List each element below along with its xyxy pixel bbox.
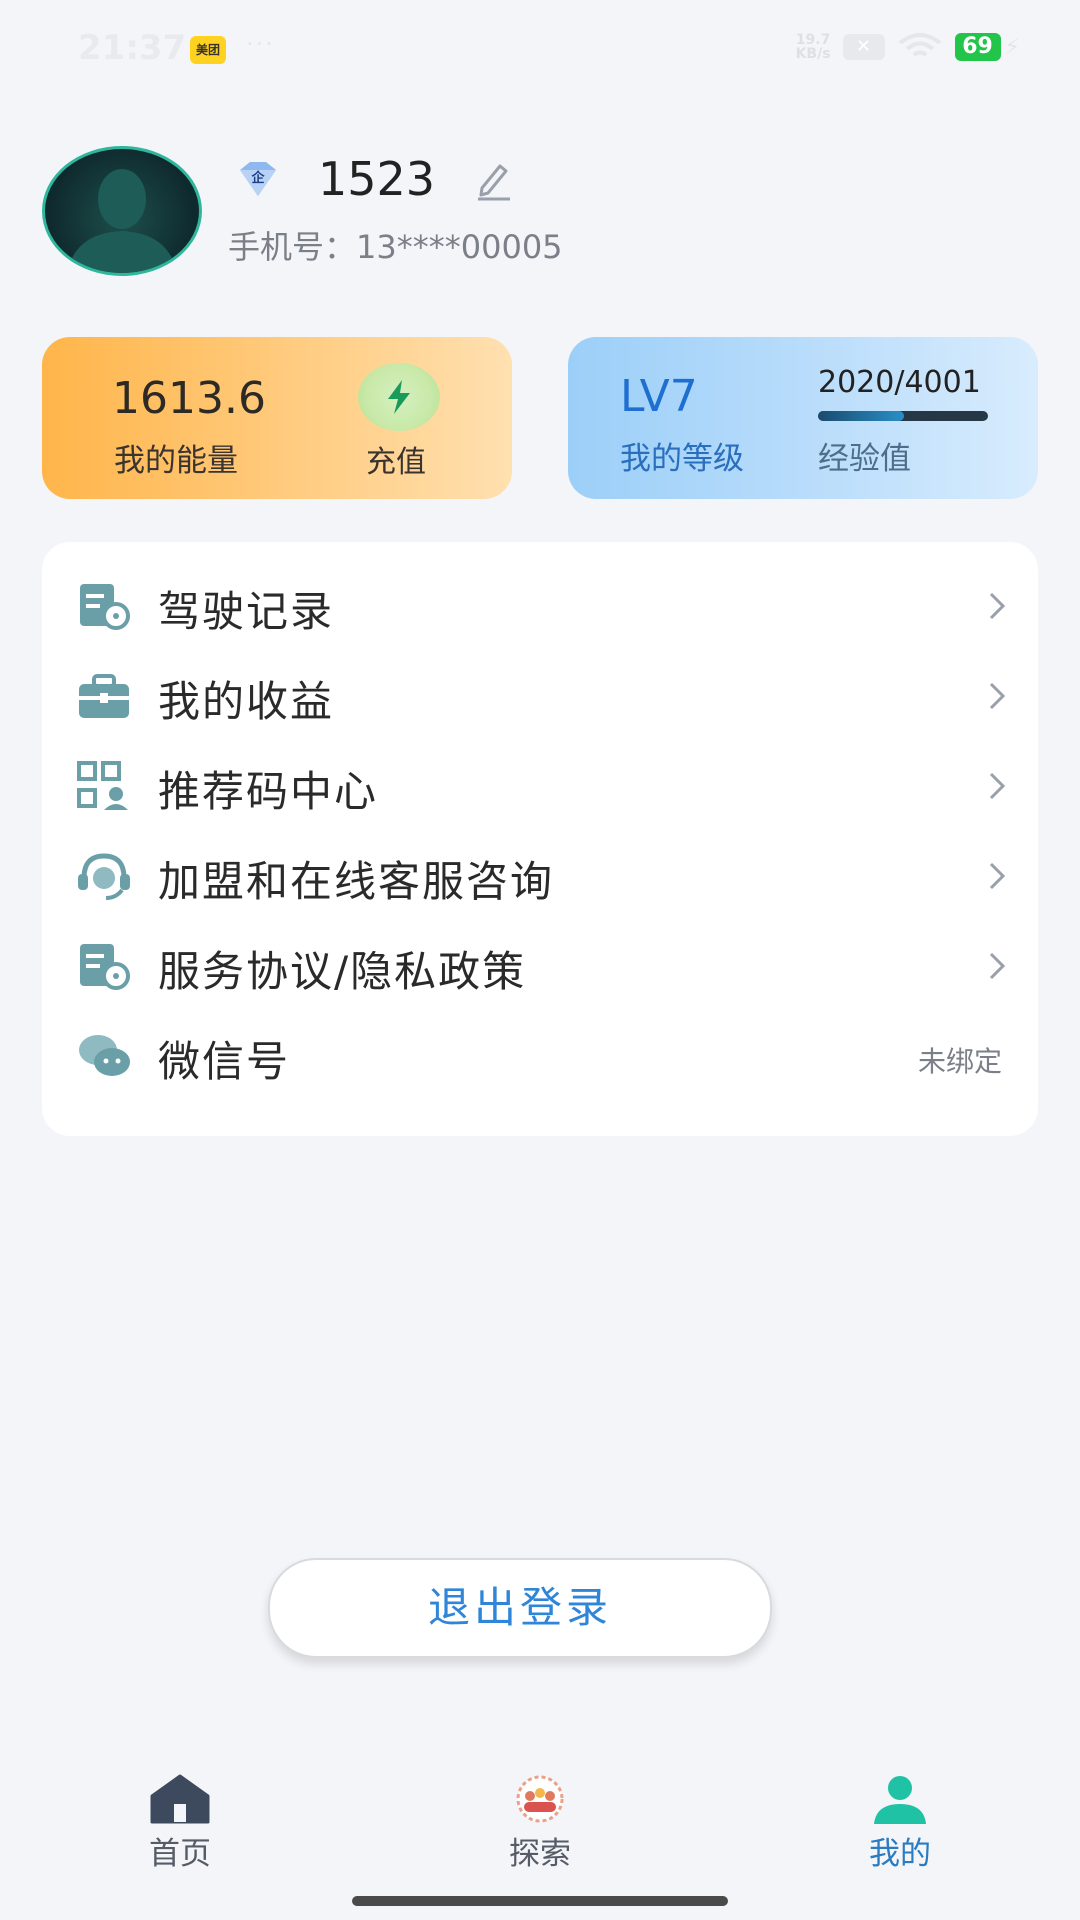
- profile-icon: [874, 1776, 926, 1824]
- net-speed-unit: KB/s: [795, 46, 831, 62]
- net-speed: 19.7 KB/s: [796, 33, 831, 61]
- status-bar: 21:37 美团 ··· 19.7 KB/s ✕ 69 ⚡: [0, 0, 1080, 100]
- menu-item-service-agreement[interactable]: 服务协议/隐私政策: [42, 922, 1038, 1012]
- more-notifications-icon: ···: [246, 30, 275, 58]
- menu-item-wechat[interactable]: 微信号 未绑定: [42, 1012, 1038, 1102]
- bottom-tab-bar: 首页 探索 我的: [0, 1760, 1080, 1890]
- energy-label: 我的能量: [114, 443, 238, 479]
- exp-value: 2020/4001: [818, 365, 981, 400]
- tab-label: 首页: [149, 1836, 211, 1872]
- level-card[interactable]: LV7 我的等级 2020/4001 经验值: [568, 337, 1038, 499]
- enterprise-diamond-icon: 企: [240, 162, 276, 196]
- status-right: 19.7 KB/s ✕ 69 ⚡: [796, 32, 1020, 62]
- menu-item-referral-center[interactable]: 推荐码中心: [42, 742, 1038, 832]
- tab-mine[interactable]: 我的: [820, 1774, 980, 1873]
- exp-progress-fill: [818, 411, 904, 421]
- chevron-right-icon: [989, 862, 1006, 890]
- edit-name-icon[interactable]: [472, 158, 516, 202]
- level-value: LV7: [620, 371, 698, 422]
- chevron-right-icon: [989, 592, 1006, 620]
- avatar[interactable]: [42, 146, 202, 276]
- battery-icon: 69 ⚡: [954, 33, 1020, 61]
- phone-label: 手机号：: [228, 228, 357, 266]
- phone-number: 13****00005: [356, 228, 563, 266]
- enterprise-badge-text: 企: [250, 170, 265, 186]
- tab-home[interactable]: 首页: [100, 1774, 260, 1873]
- meituan-app-icon: 美团: [190, 36, 226, 64]
- home-icon: [150, 1774, 210, 1824]
- level-label: 我的等级: [620, 441, 744, 477]
- menu-item-label: 服务协议/隐私政策: [158, 947, 527, 996]
- exp-progress-bar: [818, 411, 988, 421]
- sim-off-icon: ✕: [842, 34, 885, 60]
- menu-item-label: 推荐码中心: [158, 767, 379, 816]
- wifi-icon: [898, 33, 941, 57]
- energy-card[interactable]: 1613.6 我的能量 充值: [42, 337, 512, 499]
- chevron-right-icon: [989, 682, 1006, 710]
- tab-label: 探索: [509, 1836, 571, 1872]
- wechat-bind-status: 未绑定: [917, 1045, 1002, 1078]
- menu-item-driving-record[interactable]: 驾驶记录: [42, 562, 1038, 652]
- menu-card: 驾驶记录 我的收益 推荐码中心 加盟和在线客服咨询 服务协议/隐私政策 微信号 …: [42, 542, 1038, 1136]
- menu-item-label: 加盟和在线客服咨询: [158, 857, 555, 906]
- wechat-icon: [79, 1035, 130, 1076]
- agreement-icon: [80, 944, 130, 990]
- tab-explore[interactable]: 探索: [460, 1774, 620, 1873]
- tab-label: 我的: [869, 1836, 931, 1872]
- briefcase-icon: [79, 674, 129, 718]
- chevron-right-icon: [989, 952, 1006, 980]
- user-name: 1523: [318, 152, 436, 206]
- explore-icon: [516, 1775, 564, 1823]
- status-time: 21:37: [78, 28, 187, 68]
- customer-service-icon: [78, 853, 130, 900]
- menu-item-label: 驾驶记录: [158, 587, 335, 636]
- phone-line: 手机号：13****00005: [228, 222, 563, 268]
- chevron-right-icon: [989, 772, 1006, 800]
- battery-level: 69: [954, 33, 1001, 61]
- charging-icon: ⚡: [1004, 34, 1020, 60]
- driving-record-icon: [80, 584, 130, 630]
- menu-item-label: 微信号: [158, 1037, 291, 1086]
- net-speed-value: 19.7: [795, 32, 831, 48]
- exp-label: 经验值: [818, 441, 911, 477]
- person-silhouette-icon: [67, 169, 177, 273]
- recharge-icon[interactable]: [358, 363, 440, 431]
- recharge-button[interactable]: 充值: [366, 437, 426, 481]
- qr-code-user-icon: [77, 761, 128, 810]
- menu-item-label: 我的收益: [158, 677, 335, 726]
- logout-button[interactable]: 退出登录: [268, 1558, 772, 1658]
- menu-item-customer-service[interactable]: 加盟和在线客服咨询: [42, 832, 1038, 922]
- home-indicator[interactable]: [352, 1896, 728, 1906]
- energy-value: 1613.6: [112, 373, 266, 424]
- menu-item-my-earnings[interactable]: 我的收益: [42, 652, 1038, 742]
